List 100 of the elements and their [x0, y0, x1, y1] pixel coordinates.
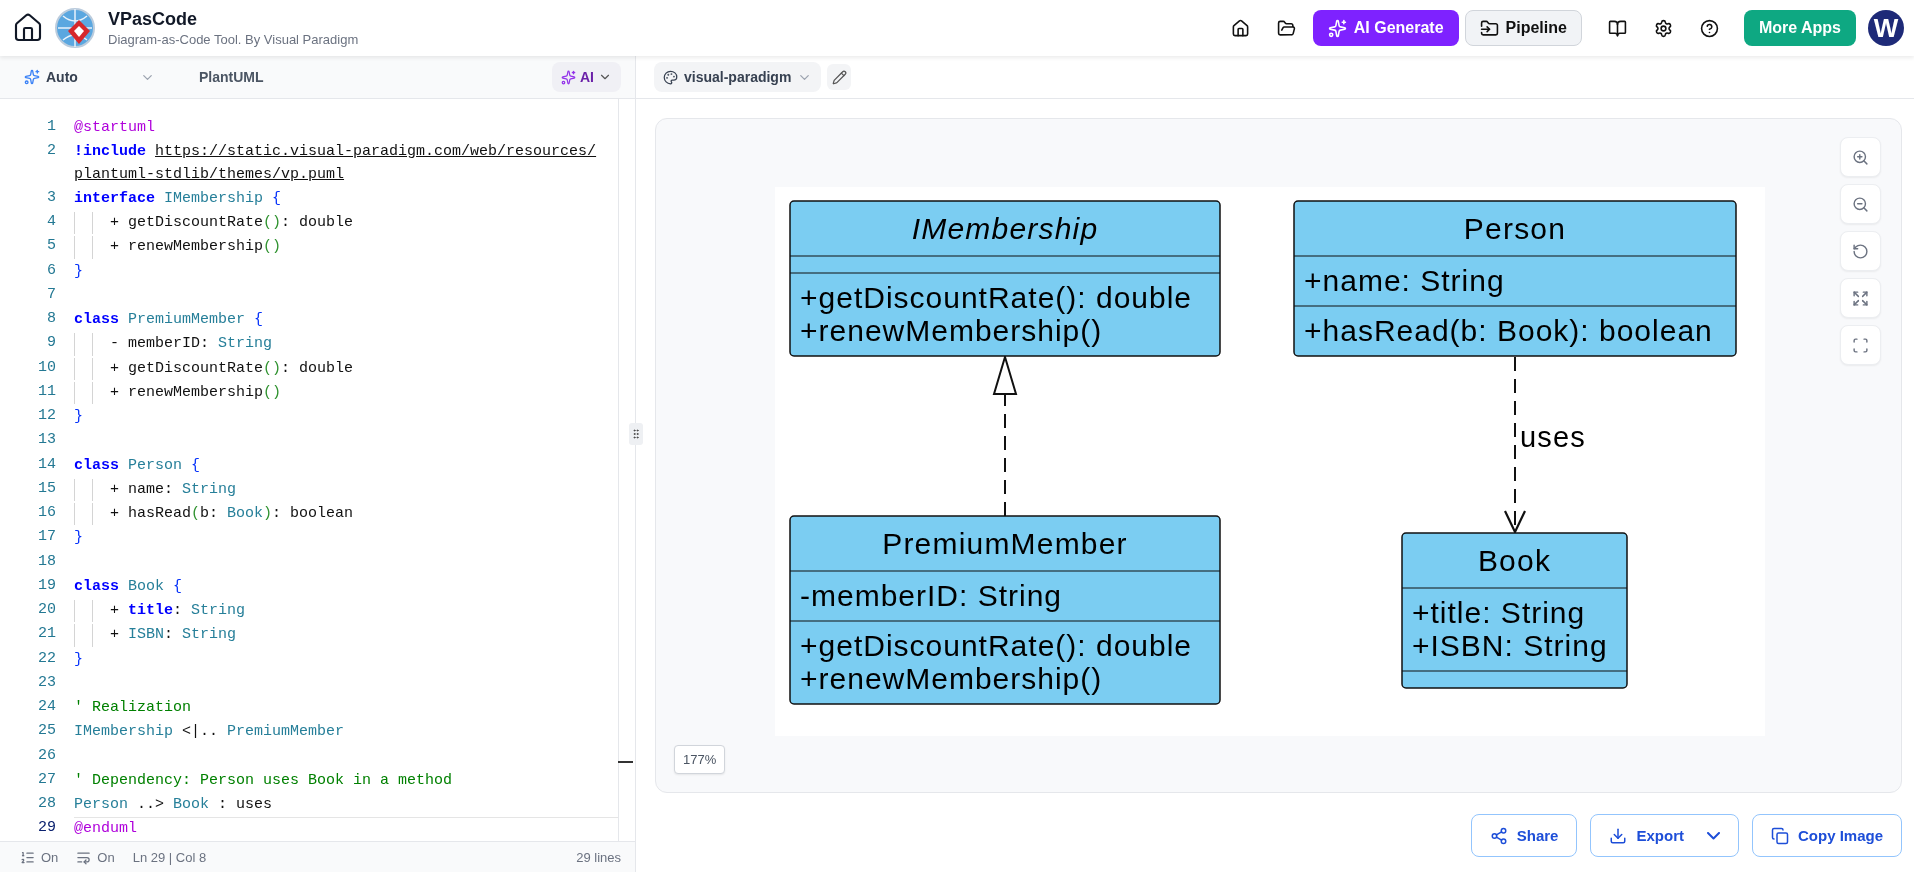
zoom-out-button[interactable] [1840, 184, 1881, 224]
line-numbers-toggle[interactable]: On [20, 849, 59, 865]
class-method: +getDiscountRate(): double [800, 629, 1193, 662]
line-number: 20 [37, 600, 56, 620]
code-line: + hasRead(b: Book): boolean [74, 503, 599, 526]
line-number: 4 [46, 212, 56, 232]
line-number: 2 [46, 141, 56, 162]
edit-button[interactable] [827, 64, 852, 90]
export-button[interactable]: Export [1590, 814, 1739, 857]
grip-icon [630, 428, 642, 440]
class-name: PremiumMember [882, 527, 1128, 560]
code-line: class Book { [74, 576, 184, 597]
overview-marker [618, 761, 633, 764]
sparkles-icon [561, 69, 576, 85]
pencil-icon [831, 69, 847, 85]
chevron-down-icon [1706, 831, 1720, 840]
code-line: ' Realization [74, 698, 193, 718]
word-wrap-toggle[interactable]: On [76, 849, 115, 865]
class-name: Book [1477, 544, 1552, 577]
class-method: +getDiscountRate(): double [800, 281, 1193, 314]
mode-dropdown[interactable]: Auto [24, 69, 155, 85]
line-number: 8 [46, 309, 56, 329]
app-subtitle: Diagram-as-Code Tool. By Visual Paradigm [108, 32, 359, 47]
copy-button[interactable]: Copy Image [1751, 814, 1902, 857]
line-number: 1 [46, 117, 56, 137]
code-line: } [74, 407, 84, 427]
line-number: 29 [37, 818, 56, 839]
code-line: } [74, 649, 84, 670]
code-line: @enduml [74, 819, 138, 840]
class-attribute: +title: String [1412, 596, 1586, 629]
line-number: 23 [37, 672, 56, 693]
line-number: 13 [37, 430, 56, 451]
code-line: } [74, 261, 84, 282]
line-number: 11 [37, 381, 56, 402]
help-icon [1700, 18, 1720, 38]
line-number: 7 [46, 284, 56, 305]
line-number: 12 [37, 406, 56, 426]
logo-icon [54, 7, 96, 49]
code-line: + name: String [74, 478, 599, 501]
reset-button[interactable] [1840, 231, 1881, 271]
line-number: 18 [37, 551, 56, 572]
wrap-icon [76, 849, 92, 865]
line-number: 5 [46, 236, 56, 257]
user-avatar[interactable]: W [1868, 10, 1904, 46]
app-title: VPasCode [108, 9, 199, 30]
code-line: + ISBN: String [74, 624, 599, 647]
settings-icon [1654, 18, 1674, 38]
class-attribute: -memberID: String [800, 579, 1063, 612]
code-line: - memberID: String [74, 333, 599, 356]
code-line: class Person { [74, 455, 202, 476]
cursor-position: Ln 29 | Col 8 [132, 849, 207, 865]
line-number: 24 [37, 697, 56, 717]
book-icon [1608, 18, 1628, 38]
ai-dropdown[interactable]: AI [552, 62, 621, 92]
sparkles-icon [1327, 18, 1347, 38]
home-icon[interactable] [12, 12, 44, 44]
class-method: +renewMembership() [800, 662, 1103, 695]
line-number: 6 [46, 260, 56, 281]
line-number: 22 [37, 648, 56, 669]
code-line: !include https://static.visual-paradigm.com/web/resources/ plantuml-stdlib/themes/vp.puml [74, 142, 598, 185]
code-line: interface IMembership { [74, 188, 283, 209]
line-number: 25 [37, 721, 56, 742]
zoom-level: 177% [674, 745, 726, 774]
code-line: } [74, 528, 84, 549]
code-line: + title: String [74, 600, 599, 623]
fit-button[interactable] [1840, 278, 1881, 318]
palette-icon [663, 69, 678, 85]
folder-arrow-icon [1479, 18, 1499, 38]
class-method: +renewMembership() [800, 314, 1103, 347]
ai-generate-button[interactable]: AI Generate [1312, 10, 1459, 46]
class-name: Person [1463, 212, 1567, 245]
resize-handle[interactable] [629, 423, 643, 445]
line-number: 3 [46, 187, 56, 208]
line-count: 29 lines [576, 849, 621, 865]
class-attribute: +name: String [1304, 264, 1505, 297]
relation-label: uses [1520, 421, 1587, 453]
theme-dropdown[interactable]: visual-paradigm [654, 62, 822, 92]
share-button[interactable]: Share [1470, 814, 1578, 857]
line-number: 17 [37, 527, 56, 548]
fullscreen-icon [1852, 336, 1869, 354]
zoom-in-button[interactable] [1840, 137, 1881, 177]
interface-name: IMembership [911, 212, 1099, 245]
zoom-out-icon [1852, 195, 1869, 213]
pipeline-button[interactable]: Pipeline [1464, 10, 1582, 46]
code-line: @startuml [74, 118, 156, 138]
code-line: + getDiscountRate(): double [74, 357, 599, 380]
code-line: ' Dependency: Person uses Book in a method [74, 770, 454, 791]
line-number: 10 [37, 357, 56, 378]
rotate-icon [1852, 242, 1869, 260]
line-number: 9 [46, 333, 56, 354]
download-icon [1609, 826, 1628, 845]
folder-icon [1277, 18, 1297, 38]
line-number: 19 [37, 575, 56, 596]
code-line: Person ..> Book : uses [74, 795, 274, 815]
code-line: class PremiumMember { [74, 310, 265, 330]
copy-icon [1770, 826, 1789, 845]
line-number: 15 [37, 478, 56, 499]
class-method: +hasRead(b: Book): boolean [1304, 314, 1713, 347]
line-number: 28 [37, 794, 56, 814]
line-number: 16 [37, 503, 56, 523]
